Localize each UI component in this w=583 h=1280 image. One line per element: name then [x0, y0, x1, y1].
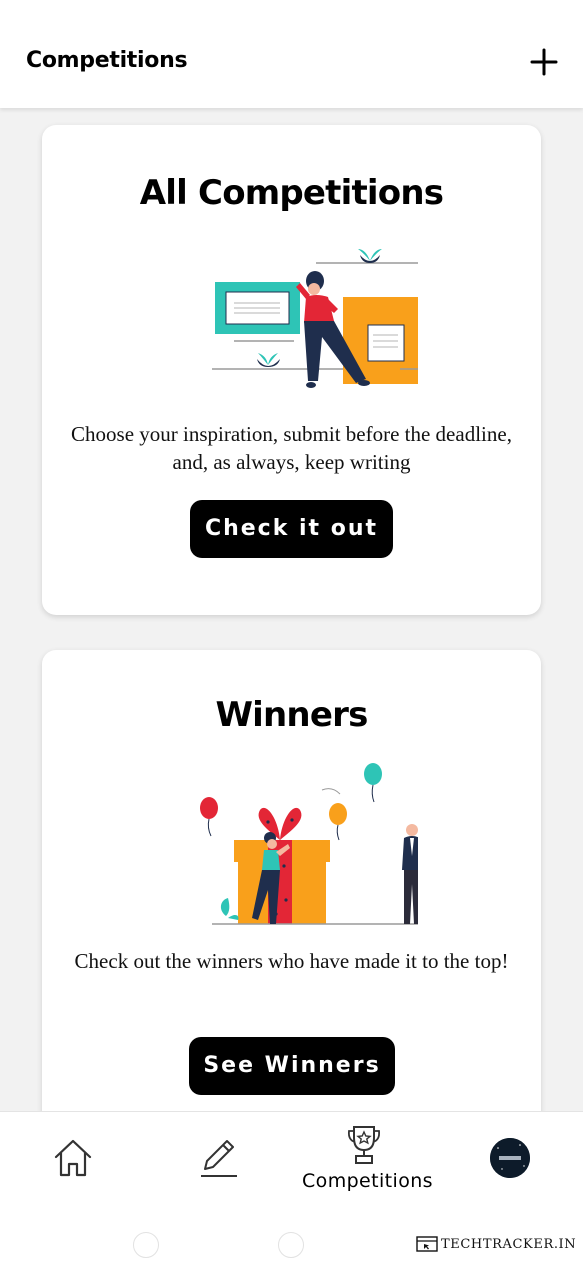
plus-icon [530, 48, 558, 76]
system-nav-button[interactable] [133, 1232, 159, 1258]
card-description: Choose your inspiration, submit before t… [71, 422, 512, 474]
nav-home[interactable] [52, 1137, 94, 1179]
card-title: Winners [215, 695, 368, 735]
nav-competitions[interactable] [346, 1124, 382, 1166]
nav-profile[interactable] [490, 1138, 530, 1178]
card-title: All Competitions [139, 173, 444, 213]
all-competitions-card: All Competitions Choose your inspiration… [42, 125, 541, 615]
nav-label-competitions[interactable]: Competitions [302, 1170, 433, 1192]
check-it-out-button[interactable]: Check it out [190, 500, 393, 558]
bottom-navigation: Competitions TECHTRACKER.IN [0, 1111, 583, 1280]
pencil-icon [201, 1140, 237, 1177]
page-title: Competitions [26, 48, 188, 73]
nav-write[interactable] [199, 1137, 239, 1179]
gift-box-celebration-illustration [200, 763, 418, 925]
top-app-bar: Competitions [0, 0, 583, 108]
add-competition-button[interactable] [526, 44, 562, 80]
profile-avatar [490, 1138, 530, 1178]
see-winners-button[interactable]: See Winners [189, 1037, 395, 1095]
scroll-content[interactable]: All Competitions Choose your inspiration… [0, 108, 583, 1111]
home-icon [54, 1139, 92, 1177]
card-description: Check out the winners who have made it t… [74, 949, 509, 973]
watermark: TECHTRACKER.IN [416, 1236, 576, 1252]
woman-with-boards-illustration [212, 249, 418, 388]
system-nav-button[interactable] [278, 1232, 304, 1258]
watermark-text: TECHTRACKER.IN [441, 1236, 577, 1252]
browser-window-icon [416, 1236, 438, 1252]
trophy-icon [347, 1126, 381, 1164]
winners-card: Winners Check out the winners who have m… [42, 650, 541, 1111]
competitions-screen: Competitions All Competitions Choose you… [0, 0, 583, 1280]
